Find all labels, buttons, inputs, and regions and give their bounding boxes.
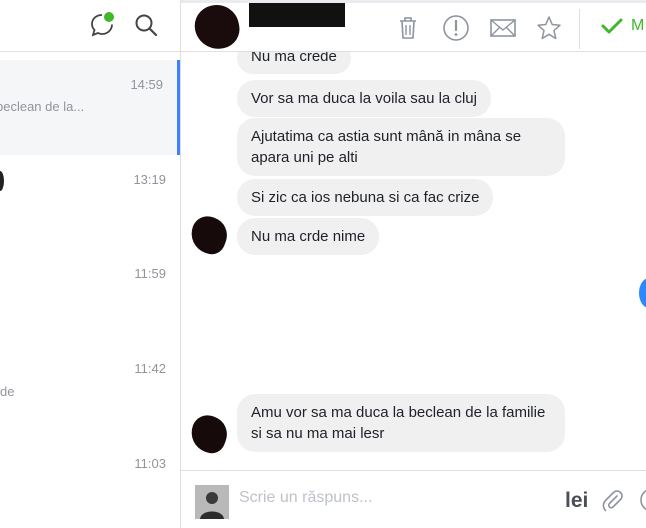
mark-read-label: M: [631, 17, 645, 34]
conversation-item[interactable]: 11:59: [0, 251, 180, 346]
currency-label[interactable]: lei: [565, 489, 588, 513]
message-thread: Nu ma crede Vor sa ma duca la voila sau …: [181, 52, 646, 470]
header-divider: [579, 9, 580, 49]
more-options-icon[interactable]: [639, 487, 646, 513]
trash-icon[interactable]: [393, 13, 423, 43]
conversation-item[interactable]: 13:19: [0, 156, 180, 251]
message-bubble: Si zic ca ios nebuna si ca fac crize: [237, 179, 494, 216]
message-bubble: Amu vor sa ma duca la beclean de la fami…: [237, 394, 565, 452]
redaction-mark: [0, 171, 4, 191]
conversation-list-header: [0, 0, 181, 52]
message-bubble: Nu ma crde nime: [237, 218, 380, 255]
contact-avatar-small: [185, 410, 233, 458]
contact-avatar-small: [185, 211, 233, 259]
message-bubble: Vor sa ma duca la voila sau la cluj: [237, 80, 491, 117]
message-bubble: Nu ma crede: [237, 52, 351, 74]
conversation-item[interactable]: 14:59 beclean de la...: [0, 60, 180, 155]
my-avatar: [195, 485, 229, 519]
conversation-time: 14:59: [130, 77, 163, 92]
check-icon: [601, 18, 623, 34]
conversation-time: 11:59: [134, 266, 166, 281]
mail-icon[interactable]: [488, 13, 518, 43]
new-message-icon[interactable]: [88, 10, 116, 38]
contact-avatar[interactable]: [190, 0, 244, 54]
reply-input[interactable]: [239, 489, 539, 507]
conversation-snippet: beclean de la...: [0, 99, 85, 114]
composer: lei: [181, 470, 646, 528]
message-bubble: Ajutatima ca astia sunt mână in mâna se …: [237, 118, 565, 176]
conversation-time: 11:42: [134, 361, 166, 376]
search-icon[interactable]: [133, 12, 159, 38]
star-icon[interactable]: [534, 13, 564, 43]
mark-read-button[interactable]: M: [601, 17, 644, 35]
seen-indicator: [639, 278, 646, 308]
contact-name-redacted: [249, 3, 345, 27]
conversation-item[interactable]: 11:03: [0, 441, 180, 528]
conversation-time: 11:03: [134, 456, 166, 471]
attachment-icon[interactable]: [601, 489, 625, 513]
conversation-item[interactable]: 11:42 de: [0, 346, 180, 441]
report-icon[interactable]: [441, 13, 471, 43]
conversation-time: 13:19: [133, 172, 166, 187]
chat-header: M: [181, 0, 646, 54]
conversation-list: 14:59 beclean de la... 13:19 11:59 11:42…: [0, 0, 181, 528]
conversation-snippet: de: [0, 384, 15, 399]
